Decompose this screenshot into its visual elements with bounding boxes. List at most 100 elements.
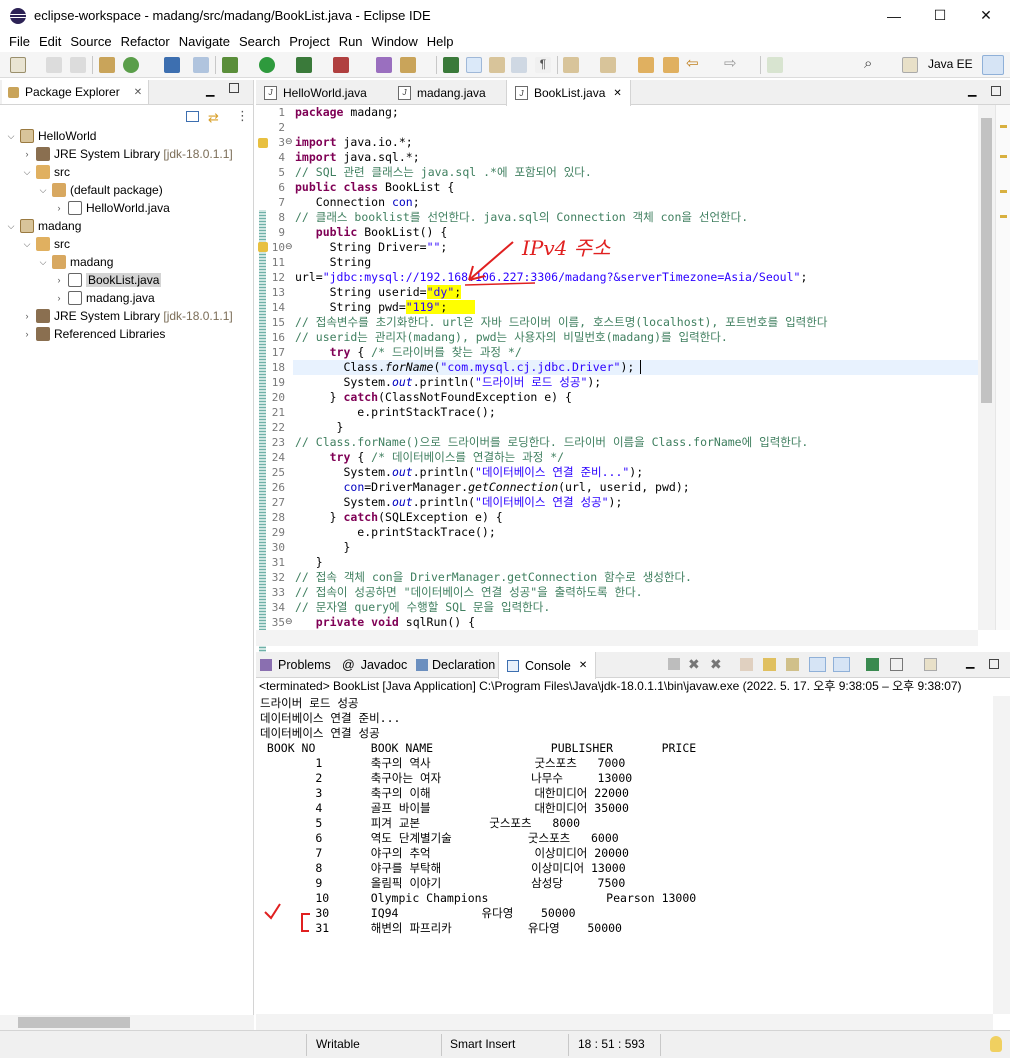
scrollbar-thumb[interactable] <box>18 1017 130 1028</box>
search-icon[interactable]: ⌕ <box>864 56 880 73</box>
word-wrap-icon[interactable] <box>786 658 799 671</box>
show-whitespace-icon[interactable] <box>511 57 527 73</box>
collapse-all-icon[interactable] <box>186 111 199 122</box>
menu-run[interactable]: Run <box>339 34 363 49</box>
menu-edit[interactable]: Edit <box>39 34 61 49</box>
minimize-view-icon[interactable]: ▁ <box>206 84 214 97</box>
remove-all-launches-icon[interactable]: ✖ <box>710 656 722 673</box>
menu-source[interactable]: Source <box>70 34 111 49</box>
tree-item-src-2[interactable]: ⌵ src <box>22 235 70 253</box>
close-button[interactable]: ✕ <box>963 0 1009 31</box>
menu-refactor[interactable]: Refactor <box>121 34 170 49</box>
prev-annotation-icon[interactable] <box>600 57 616 73</box>
code-line: public BookList() { <box>295 225 448 239</box>
coverage-icon[interactable] <box>296 57 312 73</box>
tree-item-helloworld[interactable]: ⌵ HelloWorld <box>6 127 96 145</box>
package-icon[interactable] <box>99 57 115 73</box>
tree-item-helloworld-java[interactable]: › HelloWorld.java <box>54 199 170 217</box>
menu-search[interactable]: Search <box>239 34 280 49</box>
tab-madang-java[interactable]: Jmadang.java <box>390 80 494 105</box>
remove-launch-icon[interactable]: ✖ <box>688 656 700 673</box>
editor-vscroll-thumb[interactable] <box>981 118 992 403</box>
block-select-icon[interactable] <box>489 57 505 73</box>
minimize-console-icon[interactable]: ▁ <box>966 656 974 669</box>
back-arrow-icon[interactable]: ⇦ <box>686 56 702 73</box>
close-tab-icon[interactable]: ✕ <box>613 88 621 99</box>
open-type-icon[interactable] <box>376 57 392 73</box>
fold-toggle-icon[interactable]: ⊖ <box>285 241 293 252</box>
console-icon[interactable] <box>164 57 180 73</box>
terminate-icon[interactable] <box>668 658 680 670</box>
fold-toggle-icon[interactable]: ⊖ <box>285 616 293 627</box>
maximize-button[interactable]: ☐ <box>917 0 963 31</box>
tree-item-default-package[interactable]: ⌵ (default package) <box>38 181 163 199</box>
code-line: Connection con; <box>295 195 420 209</box>
console-hscroll[interactable] <box>256 1014 993 1030</box>
menu-navigate[interactable]: Navigate <box>179 34 230 49</box>
package-explorer-view: Package Explorer ✕ ▁ ⇄ ⋮ ⌵ HelloWorld › JR… <box>0 80 254 1030</box>
tree-item-src[interactable]: ⌵ src <box>22 163 70 181</box>
tab-console[interactable]: Console ✕ <box>498 652 597 679</box>
menu-window[interactable]: Window <box>372 34 418 49</box>
menu-file[interactable]: File <box>9 34 30 49</box>
forward-arrow-icon[interactable]: ⇨ <box>724 56 740 73</box>
menu-project[interactable]: Project <box>289 34 329 49</box>
refresh-icon[interactable] <box>123 57 139 73</box>
show-on-error-icon[interactable] <box>833 657 850 672</box>
close-view-icon[interactable]: ✕ <box>134 87 142 98</box>
editor-hscroll[interactable] <box>256 630 978 646</box>
save-all-icon[interactable] <box>70 57 86 73</box>
maximize-view-icon[interactable] <box>229 83 239 93</box>
editor-tab-bar: J HelloWorld.java Jmadang.java J BookList.… <box>256 80 1010 106</box>
display-console-icon[interactable] <box>890 658 903 671</box>
view-menu-icon[interactable]: ⋮ <box>236 108 249 124</box>
save-icon[interactable] <box>46 57 62 73</box>
tree-item-jre-2[interactable]: › JRE System Library [jdk-18.0.1.1] <box>22 307 233 325</box>
tab-problems[interactable]: Problems <box>260 652 331 678</box>
next-annotation-icon[interactable] <box>563 57 579 73</box>
new-icon[interactable] <box>10 57 26 73</box>
open-perspective-icon[interactable] <box>902 57 918 73</box>
open-console-icon[interactable] <box>924 658 937 671</box>
tree-item-madang-java[interactable]: › madang.java <box>54 289 155 307</box>
tip-lightbulb-icon[interactable] <box>990 1036 1002 1052</box>
tree-item-package-madang[interactable]: ⌵ madang <box>38 253 113 271</box>
minimize-button[interactable]: — <box>871 0 917 31</box>
paragraph-icon[interactable]: ¶ <box>535 57 551 73</box>
open-task-icon[interactable] <box>400 57 416 73</box>
pin-console-icon[interactable] <box>866 658 879 671</box>
search-tool-icon[interactable] <box>193 57 209 73</box>
run-icon[interactable] <box>259 57 275 73</box>
tree-item-booklist-java[interactable]: › BookList.java <box>54 271 162 289</box>
perspective-label[interactable]: Java EE <box>928 57 973 71</box>
minimize-editor-icon[interactable]: ▁ <box>968 84 976 97</box>
tab-javadoc[interactable]: @ Javadoc <box>342 652 407 678</box>
back-icon[interactable] <box>663 57 679 73</box>
show-on-output-icon[interactable] <box>809 657 826 672</box>
tree-item-madang[interactable]: ⌵ madang <box>6 217 81 235</box>
fold-toggle-icon[interactable]: ⊖ <box>285 136 293 147</box>
external-tools-icon[interactable] <box>333 57 349 73</box>
console-line: 6 역도 단계별기술 굿스포츠 6000 <box>260 831 619 845</box>
last-edit-icon[interactable] <box>638 57 654 73</box>
tab-helloworld-java[interactable]: J HelloWorld.java <box>256 80 375 105</box>
maximize-console-icon[interactable] <box>989 659 999 669</box>
pin-editor-icon[interactable] <box>767 57 783 73</box>
tab-booklist-java[interactable]: J BookList.java ✕ <box>506 80 631 106</box>
tree-item-jre[interactable]: › JRE System Library [jdk-18.0.1.1] <box>22 145 233 163</box>
package-explorer-hscroll[interactable] <box>0 1015 254 1030</box>
debug-icon[interactable] <box>222 57 238 73</box>
java-perspective-icon[interactable] <box>982 55 1004 75</box>
mark-occurrences-icon[interactable] <box>466 57 482 73</box>
clear-console-icon[interactable] <box>740 658 753 671</box>
tab-declaration[interactable]: Declaration <box>416 652 495 678</box>
console-vscroll[interactable] <box>993 696 1010 1014</box>
link-with-editor-icon[interactable]: ⇄ <box>208 110 219 126</box>
tree-item-referenced-libraries[interactable]: › Referenced Libraries <box>22 325 165 343</box>
menu-bar: File Edit Source Refactor Navigate Searc… <box>0 31 1010 51</box>
scroll-lock-icon[interactable] <box>763 658 776 671</box>
maximize-editor-icon[interactable] <box>991 86 1001 96</box>
menu-help[interactable]: Help <box>427 34 454 49</box>
tab-package-explorer[interactable]: Package Explorer ✕ <box>2 80 150 104</box>
toggle-breadcrumb-icon[interactable] <box>443 57 459 73</box>
